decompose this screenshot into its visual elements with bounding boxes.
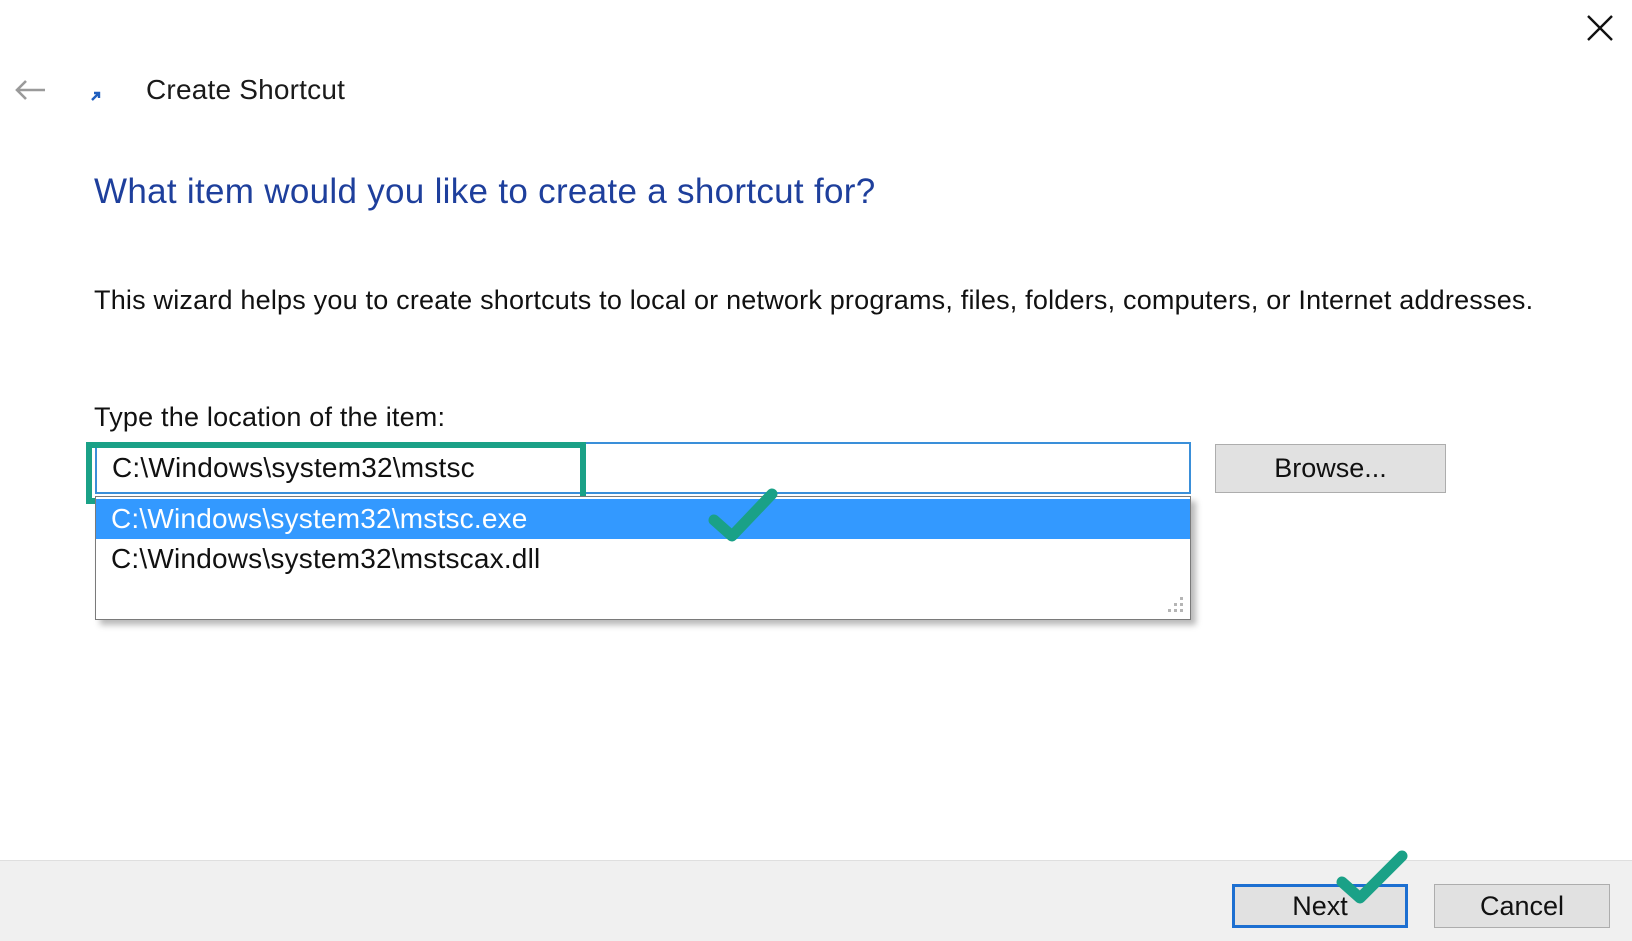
- resize-grip-icon[interactable]: [1160, 589, 1186, 615]
- create-shortcut-window: Create Shortcut What item would you like…: [0, 0, 1632, 941]
- autocomplete-item-mstsc-exe[interactable]: C:\Windows\system32\mstsc.exe: [96, 499, 1190, 539]
- back-button[interactable]: [10, 72, 50, 108]
- location-input[interactable]: [95, 442, 1191, 494]
- close-icon: [1587, 15, 1613, 41]
- browse-button[interactable]: Browse...: [1215, 444, 1446, 493]
- back-arrow-icon: [15, 80, 45, 100]
- cancel-button[interactable]: Cancel: [1434, 884, 1610, 928]
- close-button[interactable]: [1578, 8, 1622, 48]
- shortcut-arrow-icon: [89, 89, 103, 103]
- autocomplete-dropdown: C:\Windows\system32\mstsc.exe C:\Windows…: [95, 496, 1191, 620]
- autocomplete-item-mstscax-dll[interactable]: C:\Windows\system32\mstscax.dll: [96, 539, 1190, 579]
- location-label: Type the location of the item:: [94, 402, 446, 432]
- next-button[interactable]: Next: [1232, 884, 1408, 928]
- window-title: Create Shortcut: [146, 74, 346, 105]
- wizard-description: This wizard helps you to create shortcut…: [94, 285, 1534, 315]
- page-heading: What item would you like to create a sho…: [94, 172, 876, 211]
